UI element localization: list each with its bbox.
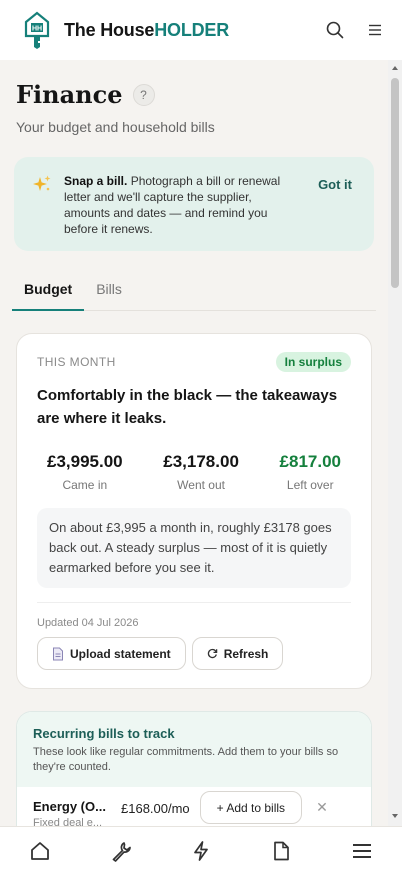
- status-badge: In surplus: [275, 352, 351, 372]
- stat-left-over: £817.00 Left over: [280, 452, 341, 492]
- scroll-down-icon[interactable]: [391, 812, 399, 820]
- wrench-icon[interactable]: [101, 831, 141, 871]
- finance-tabs: Budget Bills: [12, 281, 376, 311]
- summary-headline: Comfortably in the black — the takeaways…: [37, 387, 338, 427]
- upload-statement-button[interactable]: Upload statement: [37, 637, 186, 670]
- bill-amount: £168.00/mo: [121, 801, 190, 816]
- lightning-icon[interactable]: [181, 831, 221, 871]
- divider: [37, 602, 351, 603]
- dismiss-tip-button[interactable]: Got it: [318, 177, 360, 192]
- sparkles-icon: [33, 175, 51, 191]
- help-icon[interactable]: ?: [132, 83, 155, 106]
- menu-icon[interactable]: [364, 19, 386, 41]
- brand-name[interactable]: The HouseHOLDER: [64, 20, 229, 41]
- stat-value: £817.00: [279, 452, 341, 471]
- scrollbar-thumb[interactable]: [391, 78, 399, 288]
- period-label: THIS MONTH: [37, 355, 116, 369]
- snap-bill-tip: Snap a bill. Photograph a bill or renewa…: [14, 157, 374, 251]
- monthly-summary-card: THIS MONTH In surplus Comfortably in the…: [16, 333, 372, 689]
- stats-row: £3,995.00 Came in £3,178.00 Went out £81…: [37, 452, 351, 492]
- home-icon[interactable]: [20, 831, 60, 871]
- upload-statement-label: Upload statement: [70, 646, 171, 661]
- tip-text: Snap a bill. Photograph a bill or renewa…: [64, 174, 281, 236]
- scroll-up-icon[interactable]: [391, 64, 399, 72]
- stat-label: Left over: [286, 478, 334, 492]
- stat-came-in: £3,995.00 Came in: [47, 452, 123, 492]
- bottom-nav: [0, 826, 402, 874]
- page-title: Finance: [16, 80, 123, 109]
- add-to-bills-button[interactable]: + Add to bills: [199, 791, 303, 824]
- content-scroll-area[interactable]: Finance ? Your budget and household bill…: [0, 60, 388, 826]
- page-subtitle: Your budget and household bills: [16, 119, 215, 135]
- close-icon[interactable]: ✕: [316, 799, 328, 816]
- top-bar: HH The HouseHOLDER: [0, 0, 402, 60]
- svg-text:HH: HH: [32, 26, 42, 33]
- list-item: Energy (O... Fixed deal e... £168.00/mo …: [17, 787, 371, 826]
- stat-value: £3,178.00: [163, 452, 239, 471]
- bill-subtitle: Fixed deal e...: [33, 817, 103, 826]
- recurring-bills-card: Recurring bills to track These look like…: [16, 711, 372, 826]
- house-key-logo-icon[interactable]: HH: [24, 10, 50, 50]
- tab-budget[interactable]: Budget: [12, 281, 85, 311]
- refresh-button[interactable]: Refresh: [191, 637, 284, 670]
- refresh-label: Refresh: [223, 646, 269, 661]
- updated-timestamp: Updated 04 Jul 2026: [37, 617, 139, 629]
- stat-value: £3,995.00: [47, 452, 123, 471]
- bill-name: Energy (O...: [33, 799, 106, 814]
- scrollbar[interactable]: [388, 60, 402, 826]
- tab-bills[interactable]: Bills: [84, 281, 134, 310]
- document-icon[interactable]: [261, 831, 301, 871]
- stat-went-out: £3,178.00 Went out: [163, 452, 239, 492]
- summary-text: On about £3,995 a month in, roughly £317…: [37, 508, 351, 588]
- document-icon: [52, 647, 64, 661]
- recurring-description: These look like regular commitments. Add…: [33, 746, 339, 773]
- menu-icon[interactable]: [342, 831, 382, 871]
- stat-label: Came in: [62, 478, 108, 492]
- recurring-title: Recurring bills to track: [33, 726, 175, 741]
- stat-label: Went out: [177, 478, 225, 492]
- search-icon[interactable]: [324, 19, 346, 41]
- refresh-icon: [207, 648, 218, 659]
